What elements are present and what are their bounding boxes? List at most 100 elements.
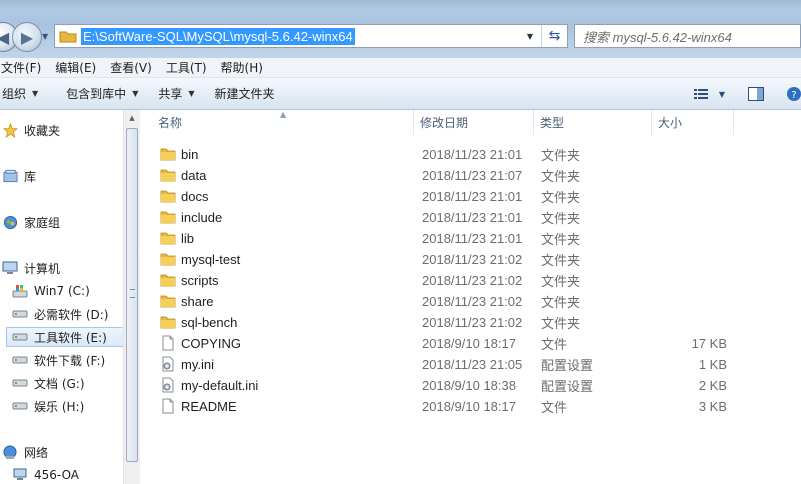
file-row[interactable]: data 2018/11/23 21:07 文件夹 xyxy=(144,165,801,186)
share-button[interactable]: 共享 ▼ xyxy=(148,85,204,102)
file-name: include xyxy=(181,210,223,225)
folder-icon xyxy=(160,167,176,183)
file-type: 配置设置 xyxy=(541,379,594,394)
navigation-pane: 收藏夹 库 家庭组 计算机 Win7 (C:) 必需软件 (D:) 工具软件 (… xyxy=(0,110,140,484)
file-row[interactable]: my.ini 2018/11/23 21:05 配置设置 1 KB xyxy=(144,354,801,375)
nav-computer[interactable]: 计算机 xyxy=(2,258,60,278)
nav-drive-e-label: 工具软件 (E:) xyxy=(34,330,107,345)
file-name: scripts xyxy=(181,273,219,288)
navigation-scrollbar[interactable]: ▲ xyxy=(123,110,140,484)
file-row[interactable]: share 2018/11/23 21:02 文件夹 xyxy=(144,291,801,312)
file-type: 文件夹 xyxy=(541,169,581,184)
file-name: share xyxy=(181,294,214,309)
nav-drive-f-label: 软件下载 (F:) xyxy=(34,353,106,368)
folder-icon xyxy=(160,293,176,309)
view-options-icon[interactable] xyxy=(692,84,710,104)
address-bar[interactable]: E:\SoftWare-SQL\MySQL\mysql-5.6.42-winx6… xyxy=(54,24,568,48)
nav-homegroup-label: 家庭组 xyxy=(24,215,61,230)
menu-bar: 文件(F) 编辑(E) 查看(V) 工具(T) 帮助(H) xyxy=(0,58,801,78)
nav-network-host[interactable]: 456-OA xyxy=(12,465,79,484)
chevron-down-icon: ▼ xyxy=(188,89,195,98)
nav-drive-e[interactable]: 工具软件 (E:) xyxy=(6,327,124,347)
config-file-icon xyxy=(160,377,176,393)
file-name: docs xyxy=(181,189,209,204)
windows-drive-icon xyxy=(12,283,28,299)
taskbar-strip xyxy=(0,0,801,10)
nav-favorites[interactable]: 收藏夹 xyxy=(2,120,60,140)
forward-arrow-icon: ▶ xyxy=(20,27,34,47)
nav-drive-g[interactable]: 文档 (G:) xyxy=(12,373,85,393)
help-icon[interactable]: ? xyxy=(784,84,801,104)
search-input[interactable]: 搜索 mysql-5.6.42-winx64 xyxy=(574,24,801,48)
file-name: COPYING xyxy=(181,336,241,351)
file-size: 2 KB xyxy=(698,378,727,393)
address-toolbar: ◀ ▶ ▼ E:\SoftWare-SQL\MySQL\mysql-5.6.42… xyxy=(0,0,801,60)
nav-network-label: 网络 xyxy=(24,445,49,460)
file-row[interactable]: docs 2018/11/23 21:01 文件夹 xyxy=(144,186,801,207)
file-modified: 2018/11/23 21:02 xyxy=(422,294,523,309)
address-dropdown-icon[interactable]: ▼ xyxy=(523,25,537,47)
column-name-label: 名称 xyxy=(158,116,183,130)
file-size xyxy=(652,165,727,186)
back-arrow-icon: ◀ xyxy=(0,27,10,47)
file-row[interactable]: include 2018/11/23 21:01 文件夹 xyxy=(144,207,801,228)
forward-button[interactable]: ▶ xyxy=(12,22,42,52)
refresh-icon[interactable]: ⇆ xyxy=(541,25,567,47)
nav-drive-d[interactable]: 必需软件 (D:) xyxy=(12,304,108,324)
file-row[interactable]: sql-bench 2018/11/23 21:02 文件夹 xyxy=(144,312,801,333)
column-header-type[interactable]: 类型 xyxy=(534,110,652,135)
file-type: 文件夹 xyxy=(541,148,581,163)
file-type: 文件夹 xyxy=(541,211,581,226)
file-size xyxy=(652,186,727,207)
file-row[interactable]: README 2018/9/10 18:17 文件 3 KB xyxy=(144,396,801,417)
scroll-up-icon[interactable]: ▲ xyxy=(124,110,140,126)
nav-drive-f[interactable]: 软件下载 (F:) xyxy=(12,350,105,370)
file-size: 1 KB xyxy=(698,357,727,372)
nav-libraries[interactable]: 库 xyxy=(2,166,36,186)
file-row[interactable]: my-default.ini 2018/9/10 18:38 配置设置 2 KB xyxy=(144,375,801,396)
view-dropdown-icon[interactable]: ▼ xyxy=(716,84,728,104)
nav-drive-c[interactable]: Win7 (C:) xyxy=(12,281,90,301)
nav-homegroup[interactable]: 家庭组 xyxy=(2,212,60,232)
nav-computer-label: 计算机 xyxy=(24,261,61,276)
menu-view[interactable]: 查看(V) xyxy=(103,59,159,76)
organize-button[interactable]: 组织 ▼ xyxy=(0,85,48,102)
address-path[interactable]: E:\SoftWare-SQL\MySQL\mysql-5.6.42-winx6… xyxy=(81,27,355,45)
file-row[interactable]: lib 2018/11/23 21:01 文件夹 xyxy=(144,228,801,249)
file-size xyxy=(652,144,727,165)
file-row[interactable]: COPYING 2018/9/10 18:17 文件 17 KB xyxy=(144,333,801,354)
column-type-label: 类型 xyxy=(540,116,565,130)
column-header-modified[interactable]: 修改日期 xyxy=(414,110,534,135)
new-folder-label: 新建文件夹 xyxy=(214,87,275,101)
menu-file[interactable]: 文件(F) xyxy=(0,59,48,76)
preview-pane-icon[interactable] xyxy=(746,84,766,104)
hard-drive-icon xyxy=(12,352,28,368)
menu-tools[interactable]: 工具(T) xyxy=(159,59,214,76)
column-size-label: 大小 xyxy=(658,116,683,130)
file-modified: 2018/11/23 21:01 xyxy=(422,210,523,225)
network-computer-icon xyxy=(12,467,28,483)
file-type: 文件夹 xyxy=(541,316,581,331)
file-row[interactable]: mysql-test 2018/11/23 21:02 文件夹 xyxy=(144,249,801,270)
file-type: 文件 xyxy=(541,400,568,415)
file-row[interactable]: bin 2018/11/23 21:01 文件夹 xyxy=(144,144,801,165)
column-header-size[interactable]: 大小 xyxy=(652,110,734,135)
nav-drive-h[interactable]: 娱乐 (H:) xyxy=(12,396,84,416)
nav-network[interactable]: 网络 xyxy=(2,442,48,462)
organize-label: 组织 xyxy=(2,87,27,101)
column-headers: 名称 ▲ 修改日期 类型 大小 xyxy=(144,110,801,135)
menu-edit[interactable]: 编辑(E) xyxy=(48,59,103,76)
file-size xyxy=(652,270,727,291)
scrollbar-thumb[interactable] xyxy=(126,128,138,462)
menu-help[interactable]: 帮助(H) xyxy=(214,59,270,76)
folder-icon xyxy=(160,230,176,246)
recent-pages-dropdown[interactable]: ▼ xyxy=(42,32,52,42)
file-icon xyxy=(160,335,176,351)
file-modified: 2018/11/23 21:01 xyxy=(422,147,523,162)
include-in-library-button[interactable]: 包含到库中 ▼ xyxy=(56,85,148,102)
hard-drive-icon xyxy=(12,306,28,322)
nav-drive-h-label: 娱乐 (H:) xyxy=(34,399,85,414)
file-row[interactable]: scripts 2018/11/23 21:02 文件夹 xyxy=(144,270,801,291)
file-name: README xyxy=(181,399,237,414)
new-folder-button[interactable]: 新建文件夹 xyxy=(205,85,285,102)
